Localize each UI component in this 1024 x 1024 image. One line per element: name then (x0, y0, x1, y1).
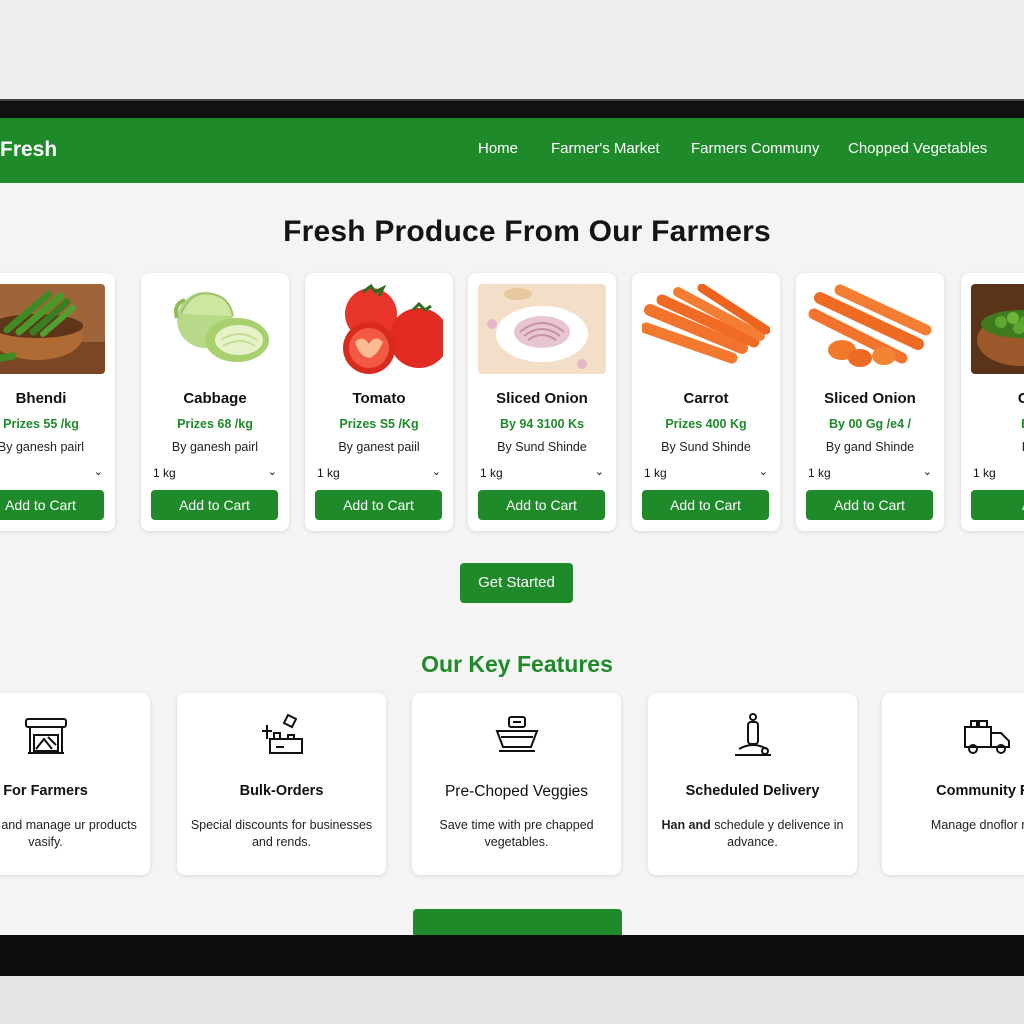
quantity-select[interactable]: 1 kg ⌄ (644, 466, 768, 480)
truck-icon (963, 711, 1011, 759)
market-stall-icon (22, 711, 70, 759)
product-card: Tomato Prizes S5 /Kg By ganest paiil 1 k… (305, 273, 453, 531)
chevron-down-icon: ⌄ (758, 466, 768, 478)
bulk-order-icon (258, 711, 306, 759)
feature-card: Pre-Choped Veggies Save time with pre ch… (412, 693, 621, 875)
quantity-value: 1 kg (644, 466, 667, 480)
quantity-select[interactable]: 1 kg (973, 466, 1024, 480)
product-farmer: By Sund Shinde (661, 440, 751, 454)
add-to-cart-button[interactable]: Add to Cart (315, 490, 442, 520)
nav-chopped-vegetables[interactable]: Chopped Vegetables (848, 140, 987, 157)
feature-title: For Farmers (3, 783, 88, 799)
feature-card: Scheduled Delivery Han and schedule y de… (648, 693, 857, 875)
delivery-person-icon (729, 711, 777, 759)
backdrop (0, 0, 1024, 100)
product-name: Tomato (352, 390, 406, 407)
chevron-down-icon: ⌄ (594, 466, 604, 478)
get-started-button[interactable]: Get Started (460, 563, 573, 603)
chevron-down-icon: ⌄ (267, 466, 277, 478)
quantity-value: 1 kg (480, 466, 503, 480)
feature-title: Bulk-Orders (239, 783, 324, 799)
quantity-value: 1 kg (808, 466, 831, 480)
feature-desc: Save time with pre chapped vegetables. (439, 818, 594, 849)
product-farmer: By ganesh pairl (0, 440, 85, 454)
product-price: By 00 Gg /e4 / (829, 417, 911, 431)
product-price: By S (961, 417, 1024, 431)
feature-desc: nter isk, and manage ur products vasify. (0, 818, 137, 849)
quantity-value: 1 kg (317, 466, 340, 480)
product-price: Prizes 55 /kg (3, 417, 79, 431)
add-to-cart-button[interactable]: Add (971, 490, 1024, 520)
device-bezel-top (0, 99, 1024, 120)
product-card: Bhendi Prizes 55 /kg By ganesh pairl kg⌄… (0, 273, 115, 531)
product-card: Carrot Prizes 400 Kg By Sund Shinde 1 kg… (632, 273, 780, 531)
chevron-down-icon: ⌄ (93, 466, 103, 478)
product-price: Prizes 400 Kg (665, 417, 747, 431)
partial-button[interactable] (413, 909, 622, 935)
product-price: Prizes 68 /kg (177, 417, 253, 431)
feature-desc: Special discounts for businesses and ren… (190, 818, 373, 849)
feature-title: Community Fe (936, 783, 1024, 799)
feature-desc: Manage dnoflor rele (930, 818, 1024, 832)
product-card: Sliced Onion By 94 3100 Ks By Sund Shind… (468, 273, 616, 531)
feature-title: Pre-Choped Veggies (444, 783, 589, 800)
add-to-cart-button[interactable]: Add to Cart (151, 490, 278, 520)
feature-desc-text: schedule y delivence in advance. (714, 818, 844, 849)
product-card: Gree By S By S 1 kg Add (961, 273, 1024, 531)
quantity-select[interactable]: 1 kg ⌄ (317, 466, 441, 480)
device-bezel-bottom (0, 935, 1024, 978)
feature-title: Scheduled Delivery (685, 783, 820, 799)
nav-farmers-community[interactable]: Farmers Communy (691, 140, 819, 157)
product-farmer: By ganesh pairl (171, 440, 259, 454)
navbar: Fresh Home Farmer's Market Farmers Commu… (0, 118, 1024, 183)
nav-farmers-market[interactable]: Farmer's Market (551, 140, 660, 157)
quantity-value: 1 kg (973, 466, 996, 480)
product-name: Sliced Onion (496, 390, 588, 407)
product-name: Sliced Onion (824, 390, 916, 407)
product-name: Bhendi (15, 390, 67, 407)
quantity-select[interactable]: 1 kg ⌄ (808, 466, 932, 480)
feature-card: For Farmers nter isk, and manage ur prod… (0, 693, 150, 875)
add-to-cart-button[interactable]: Add to Cart (478, 490, 605, 520)
feature-card: Community Fe Manage dnoflor rele (882, 693, 1024, 875)
quantity-select[interactable]: 1 kg ⌄ (480, 466, 604, 480)
page-title: Fresh Produce From Our Farmers (283, 215, 771, 248)
product-price: By 94 3100 Ks (499, 417, 585, 431)
product-farmer: By Sund Shinde (497, 440, 587, 454)
backdrop (0, 976, 1024, 1024)
chopping-bowl-icon (493, 711, 541, 759)
product-image-sliced-onion (478, 284, 606, 374)
product-image-carrot-pieces (806, 284, 934, 374)
screen: Fresh Home Farmer's Market Farmers Commu… (0, 118, 1024, 935)
chevron-down-icon: ⌄ (922, 466, 932, 478)
quantity-value: 1 kg (153, 466, 176, 480)
brand-logo[interactable]: Fresh (0, 138, 57, 162)
features-title: Our Key Features (421, 651, 613, 677)
product-image-carrot (642, 284, 770, 374)
product-farmer: By ganest paiil (338, 440, 420, 454)
product-image-green-peas (971, 284, 1024, 374)
feature-desc: Han and schedule y delivence in advance. (658, 817, 847, 851)
product-price: Prizes S5 /Kg (339, 417, 419, 431)
product-card: Sliced Onion By 00 Gg /e4 / By gand Shin… (796, 273, 944, 531)
chevron-down-icon: ⌄ (431, 466, 441, 478)
product-image-tomato (315, 284, 443, 374)
quantity-select[interactable]: kg⌄ (0, 466, 103, 480)
product-image-cabbage (151, 284, 279, 374)
feature-desc-bold: Han and (661, 818, 711, 832)
product-name: Carrot (683, 390, 729, 407)
product-farmer: By gand Shinde (825, 440, 915, 454)
add-to-cart-button[interactable]: Add to Cart (642, 490, 769, 520)
feature-card: Bulk-Orders Special discounts for busine… (177, 693, 386, 875)
product-name: Gree (1017, 390, 1024, 407)
product-image-okra (0, 284, 105, 374)
add-to-cart-button[interactable]: Add to Cart (0, 490, 104, 520)
add-to-cart-button[interactable]: Add to Cart (806, 490, 933, 520)
quantity-select[interactable]: 1 kg ⌄ (153, 466, 277, 480)
nav-home[interactable]: Home (478, 140, 518, 157)
product-farmer: By S (961, 440, 1024, 454)
product-card: Cabbage Prizes 68 /kg By ganesh pairl 1 … (141, 273, 289, 531)
product-name: Cabbage (183, 390, 247, 407)
